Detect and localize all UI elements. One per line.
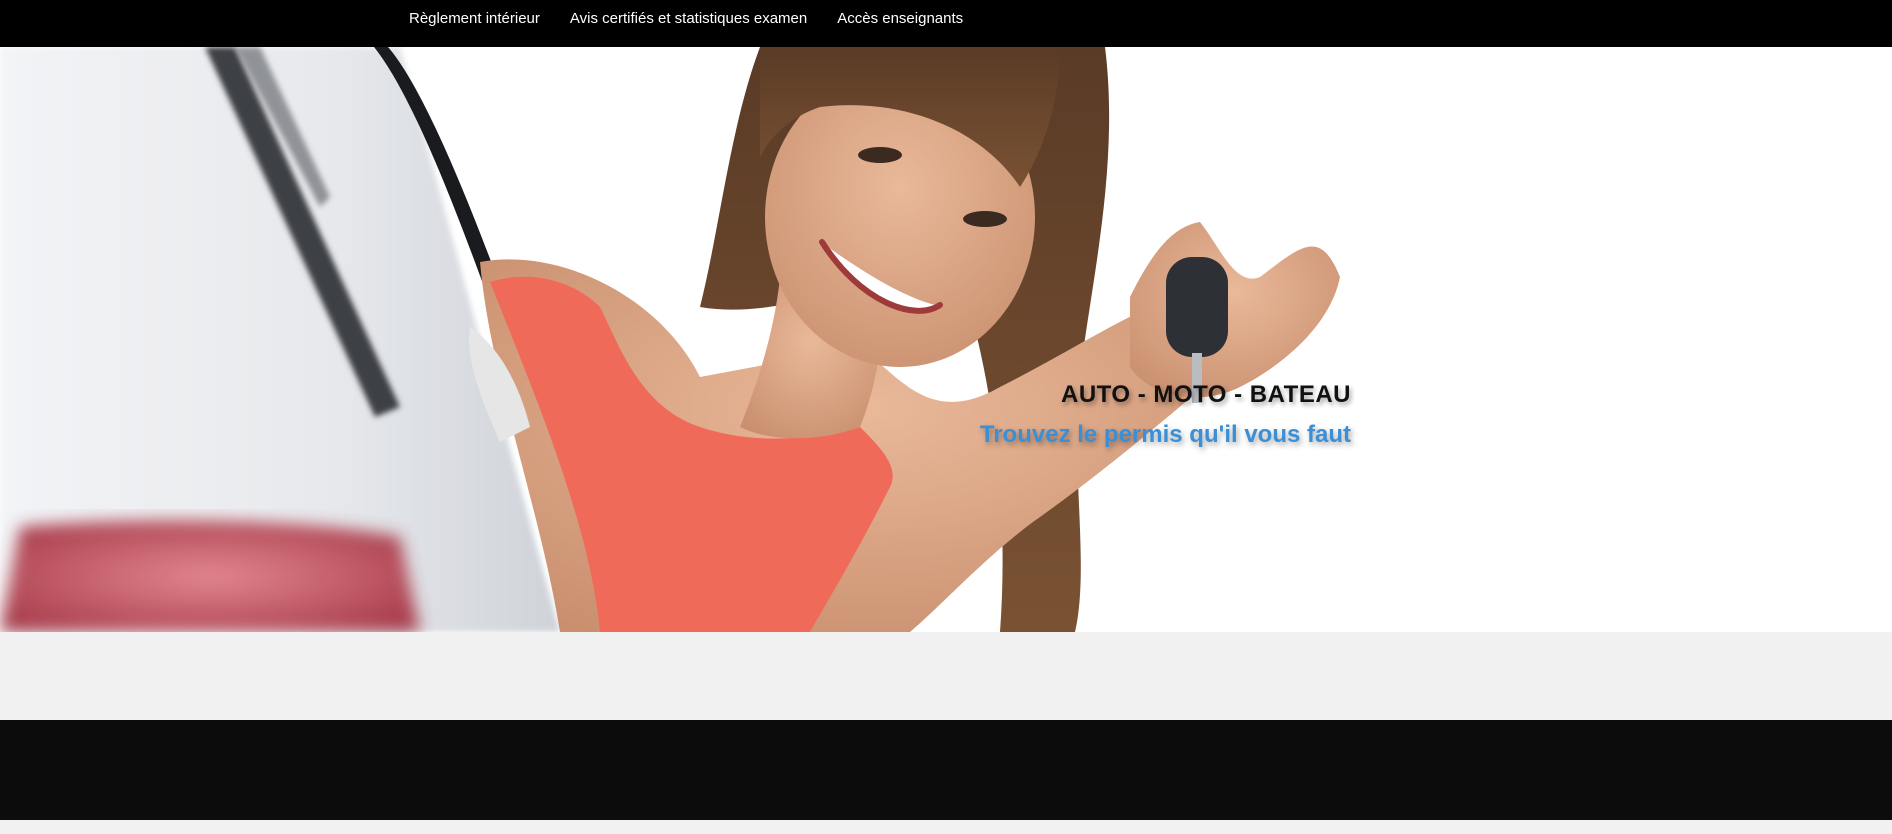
bottom-strip [0, 820, 1892, 834]
hero-banner: AUTO - MOTO - BATEAU Trouvez le permis q… [0, 47, 1892, 632]
footer [0, 720, 1892, 820]
nav-link-acces-enseignants[interactable]: Accès enseignants [837, 10, 963, 27]
hero-tagline: AUTO - MOTO - BATEAU Trouvez le permis q… [980, 381, 1351, 449]
content-band [0, 632, 1892, 720]
nav-links: Règlement intérieur Avis certifiés et st… [409, 0, 993, 36]
hero-photo-illustration [0, 47, 1340, 632]
nav-link-avis-statistiques[interactable]: Avis certifiés et statistiques examen [570, 10, 807, 27]
hero-headline: AUTO - MOTO - BATEAU [1061, 381, 1351, 408]
hero-subheadline: Trouvez le permis qu'il vous faut [979, 421, 1351, 448]
nav-link-reglement-interieur[interactable]: Règlement intérieur [409, 10, 540, 27]
top-navigation-bar: Règlement intérieur Avis certifiés et st… [0, 0, 1892, 47]
